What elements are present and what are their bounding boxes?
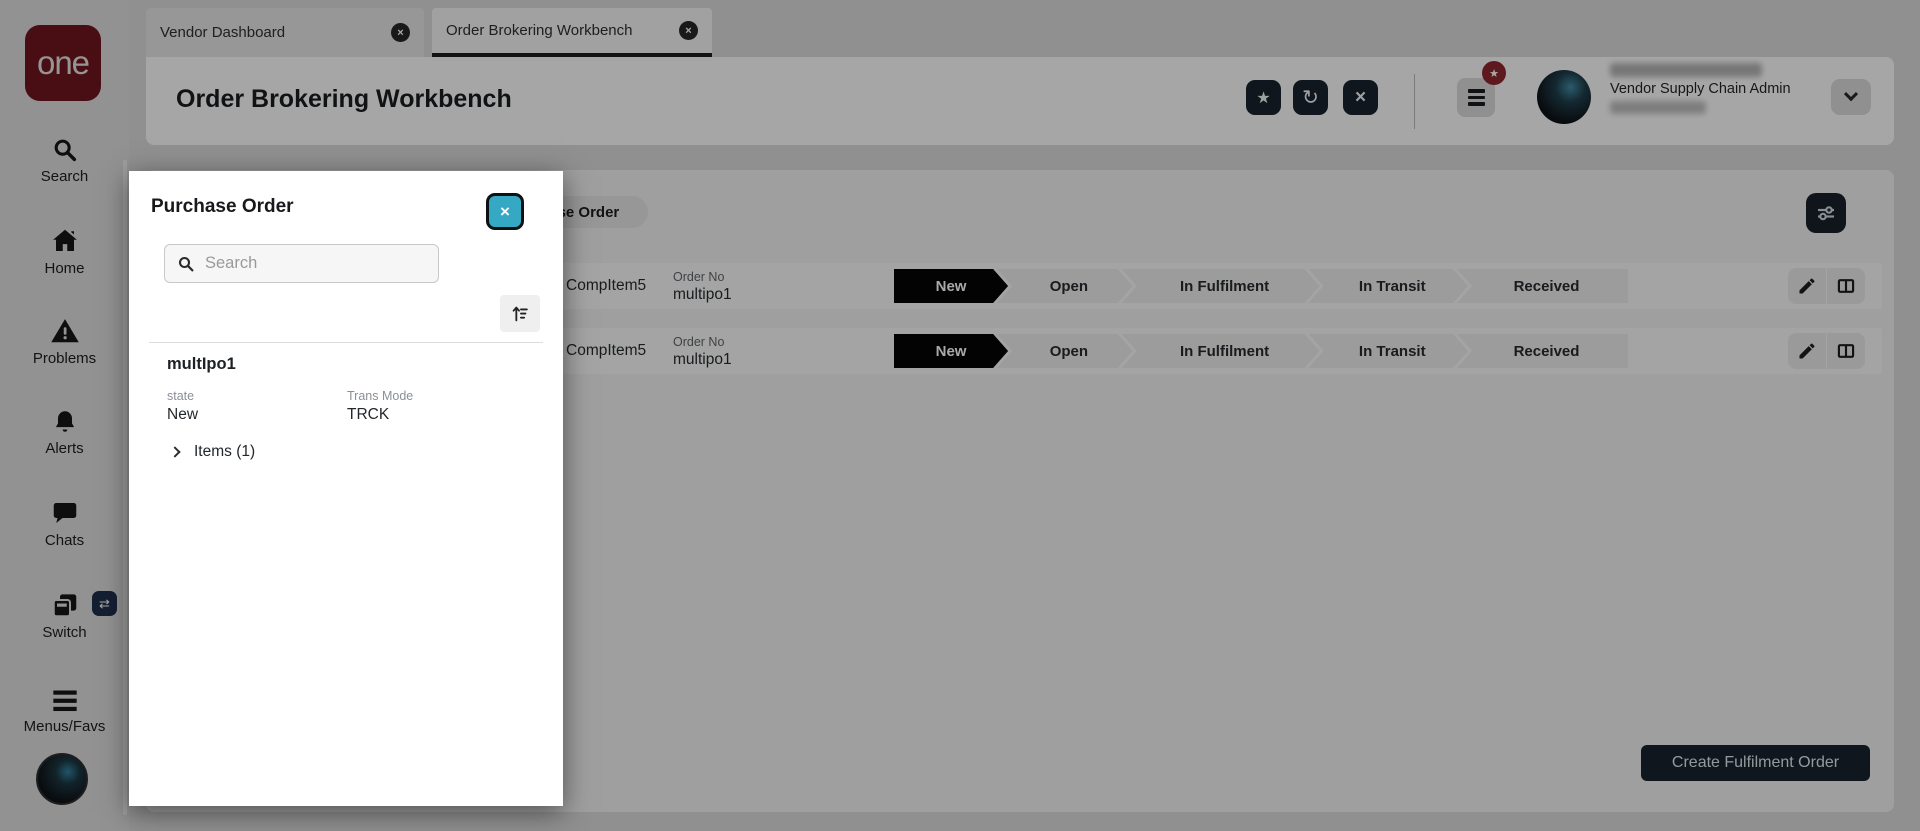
state-label: state: [167, 389, 195, 403]
divider: [149, 342, 543, 343]
po-card-title: multIpo1: [167, 355, 236, 373]
search-input[interactable]: [195, 254, 438, 273]
sort-icon: [512, 306, 528, 321]
close-icon: ×: [500, 201, 510, 221]
items-expander[interactable]: Items (1): [169, 443, 256, 461]
modal-title: Purchase Order: [151, 196, 294, 217]
trans-mode-label: Trans Mode: [347, 389, 414, 403]
modal-close-button[interactable]: ×: [486, 193, 524, 230]
sort-button[interactable]: [500, 295, 540, 332]
modal-search-box: [164, 244, 439, 283]
trans-mode-value: TRCK: [347, 406, 390, 423]
state-value: New: [167, 406, 199, 423]
purchase-order-modal: Purchase Order × multIpo1 state New Tran…: [129, 171, 563, 806]
search-icon: [178, 256, 194, 271]
chevron-right-icon: [169, 446, 181, 458]
items-toggle-label: Items (1): [194, 443, 256, 460]
